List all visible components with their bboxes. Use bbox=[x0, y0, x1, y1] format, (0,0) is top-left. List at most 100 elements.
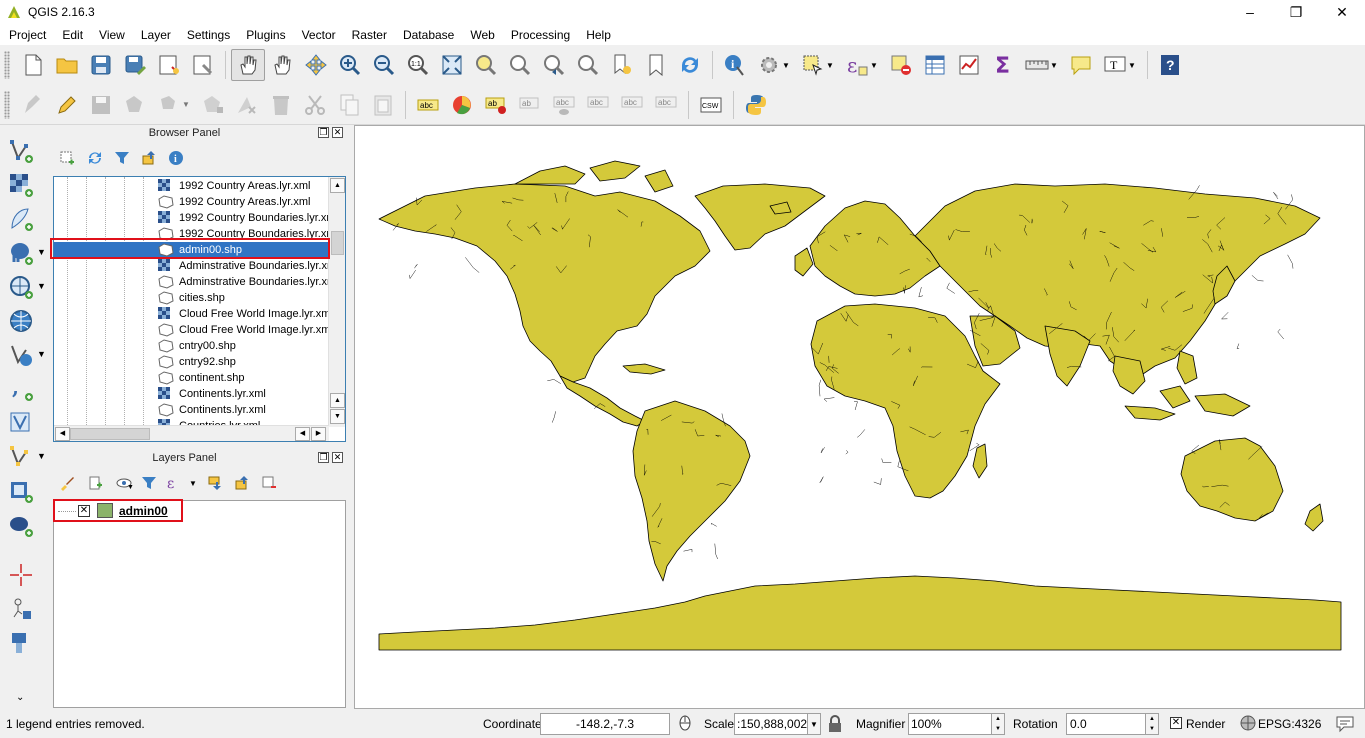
new-project-button[interactable] bbox=[16, 49, 50, 81]
refresh-button[interactable] bbox=[673, 49, 707, 81]
menu-vector[interactable]: Vector bbox=[293, 28, 343, 42]
chevrons-down-icon[interactable]: ⌄ bbox=[16, 692, 24, 703]
move-feature-button[interactable] bbox=[152, 89, 186, 121]
new-shapefile-layer-button[interactable] bbox=[6, 442, 36, 472]
scroll-right-arrow[interactable]: ▶ bbox=[311, 427, 326, 441]
add-mssql-layer-button[interactable] bbox=[6, 476, 36, 506]
crs-label[interactable]: EPSG:4326 bbox=[1258, 710, 1321, 738]
identify-features-button[interactable]: i bbox=[718, 49, 752, 81]
help-contents-button[interactable]: ? bbox=[1153, 49, 1187, 81]
browser-tree-item[interactable]: admin00.shp bbox=[54, 242, 329, 258]
manage-visibility-button[interactable] bbox=[111, 471, 137, 495]
browser-panel-float-button[interactable]: ❐ bbox=[318, 127, 329, 138]
browser-tree-item[interactable]: Continents.lyr.xml bbox=[54, 402, 329, 418]
cut-features-button[interactable] bbox=[298, 89, 332, 121]
menu-view[interactable]: View bbox=[90, 28, 132, 42]
georeferencer-button[interactable] bbox=[6, 594, 36, 624]
menu-raster[interactable]: Raster bbox=[343, 28, 394, 42]
csw-button[interactable]: CSW bbox=[694, 89, 728, 121]
menu-web[interactable]: Web bbox=[461, 28, 501, 42]
open-project-button[interactable] bbox=[50, 49, 84, 81]
menu-database[interactable]: Database bbox=[394, 28, 461, 42]
rotation-spinner[interactable]: ▲ ▼ bbox=[1145, 713, 1159, 735]
pan-map-button[interactable] bbox=[231, 49, 265, 81]
toggle-extents-button[interactable] bbox=[676, 714, 694, 732]
magnifier-spinner[interactable]: ▲ ▼ bbox=[991, 713, 1005, 735]
statistical-summary-button[interactable] bbox=[952, 49, 986, 81]
python-console-button[interactable] bbox=[739, 89, 773, 121]
render-checkbox[interactable]: ✕ bbox=[1170, 717, 1182, 729]
menu-project[interactable]: Project bbox=[0, 28, 53, 42]
toolbar-grip[interactable] bbox=[4, 51, 10, 79]
select-features-button[interactable] bbox=[796, 49, 830, 81]
menu-plugins[interactable]: Plugins bbox=[237, 28, 292, 42]
new-print-composer-button[interactable] bbox=[152, 49, 186, 81]
menu-edit[interactable]: Edit bbox=[53, 28, 90, 42]
chevron-down-icon[interactable]: ▼ bbox=[37, 247, 46, 257]
capture-point-button[interactable] bbox=[6, 560, 36, 590]
maximize-button[interactable]: ❐ bbox=[1273, 0, 1319, 24]
lock-scale-button[interactable] bbox=[828, 715, 842, 733]
menu-settings[interactable]: Settings bbox=[178, 28, 237, 42]
move-label-button[interactable]: abc bbox=[581, 89, 615, 121]
zoom-last-button[interactable] bbox=[537, 49, 571, 81]
run-feature-action-button[interactable] bbox=[752, 49, 786, 81]
browser-tree-item[interactable]: 1992 Country Areas.lyr.xml bbox=[54, 178, 329, 194]
magnifier-field[interactable]: 100% bbox=[908, 713, 992, 735]
change-label-button[interactable]: abc bbox=[649, 89, 683, 121]
filter-by-expression-button[interactable]: ε bbox=[163, 471, 185, 495]
chevron-down-icon[interactable]: ▼ bbox=[182, 100, 192, 109]
add-virtual-layer-button[interactable] bbox=[6, 408, 36, 438]
browser-tree-item[interactable]: 1992 Country Boundaries.lyr.xml bbox=[54, 226, 329, 242]
menu-help[interactable]: Help bbox=[577, 28, 618, 42]
menu-layer[interactable]: Layer bbox=[132, 28, 178, 42]
measure-line-button[interactable] bbox=[1020, 49, 1054, 81]
rotate-label-button[interactable]: abc bbox=[615, 89, 649, 121]
touch-zoom-pan-button[interactable] bbox=[299, 49, 333, 81]
browser-panel-close-button[interactable]: ✕ bbox=[332, 127, 343, 138]
layer-name[interactable]: admin00 bbox=[119, 504, 168, 518]
collapse-all-layers-button[interactable] bbox=[231, 471, 253, 495]
scroll-up-arrow[interactable]: ▲ bbox=[330, 178, 345, 193]
open-attribute-table-button[interactable] bbox=[918, 49, 952, 81]
browser-tree-item[interactable]: Cloud Free World Image.lyr.xml bbox=[54, 322, 329, 338]
add-selected-layers-button[interactable] bbox=[56, 146, 78, 170]
field-calculator-button[interactable]: Σ bbox=[986, 49, 1020, 81]
browser-tree[interactable]: 1992 Country Areas.lyr.xml 1992 Country A… bbox=[53, 176, 346, 442]
pin-labels-button[interactable]: ab bbox=[513, 89, 547, 121]
style-manager-button[interactable] bbox=[56, 471, 78, 495]
add-delimited-text-layer-button[interactable]: , bbox=[6, 374, 36, 404]
layers-panel-float-button[interactable]: ❐ bbox=[318, 452, 329, 463]
filter-legend-button[interactable] bbox=[138, 471, 160, 495]
scroll-left-arrow[interactable]: ◀ bbox=[295, 427, 310, 441]
collapse-all-button[interactable] bbox=[138, 146, 160, 170]
toolbar-grip[interactable] bbox=[4, 90, 10, 119]
layers-panel-close-button[interactable]: ✕ bbox=[332, 452, 343, 463]
zoom-in-button[interactable] bbox=[333, 49, 367, 81]
enable-properties-widget-button[interactable]: i bbox=[165, 146, 187, 170]
remove-layer-button[interactable] bbox=[258, 471, 280, 495]
zoom-to-layer-button[interactable] bbox=[503, 49, 537, 81]
pan-to-selection-button[interactable] bbox=[265, 49, 299, 81]
scroll-thumb[interactable] bbox=[331, 231, 344, 255]
add-spatialite-layer-button[interactable] bbox=[6, 204, 36, 234]
chevron-down-icon[interactable]: ▼ bbox=[189, 479, 197, 488]
deselect-all-button[interactable] bbox=[884, 49, 918, 81]
add-wcs-layer-button[interactable] bbox=[6, 306, 36, 336]
add-db2-layer-button[interactable] bbox=[6, 510, 36, 540]
scroll-thumb[interactable] bbox=[70, 428, 150, 440]
filter-browser-button[interactable] bbox=[111, 146, 133, 170]
paste-features-button[interactable] bbox=[366, 89, 400, 121]
gps-tools-button[interactable] bbox=[6, 628, 36, 658]
browser-tree-item[interactable]: cntry92.shp bbox=[54, 354, 329, 370]
zoom-full-button[interactable] bbox=[435, 49, 469, 81]
diagram-options-button[interactable] bbox=[445, 89, 479, 121]
add-wms-layer-button[interactable] bbox=[6, 272, 36, 302]
scroll-down-arrow[interactable]: ▼ bbox=[330, 409, 345, 424]
expand-all-button[interactable] bbox=[204, 471, 226, 495]
current-edits-button[interactable] bbox=[16, 89, 50, 121]
map-tips-button[interactable] bbox=[1064, 49, 1098, 81]
crs-globe-icon[interactable] bbox=[1240, 715, 1256, 731]
chevron-down-icon[interactable]: ▼ bbox=[37, 349, 46, 359]
close-button[interactable]: ✕ bbox=[1319, 0, 1365, 24]
